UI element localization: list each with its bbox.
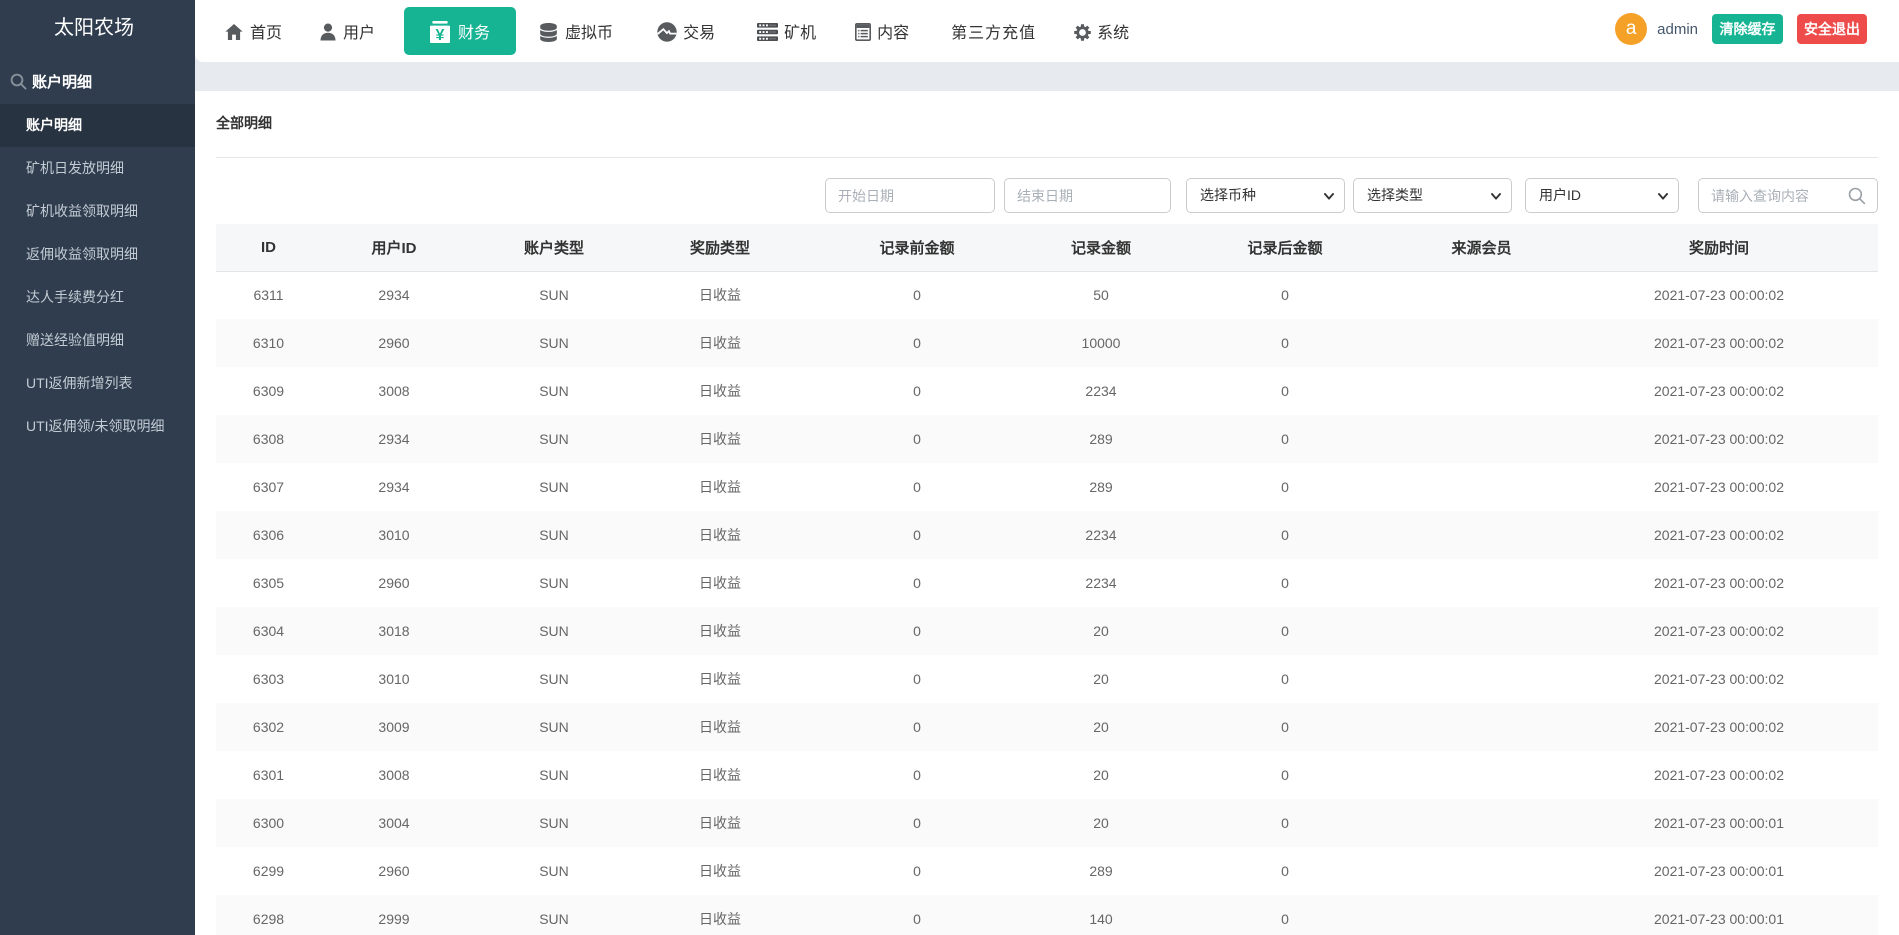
svg-text:¥: ¥ xyxy=(436,27,445,43)
